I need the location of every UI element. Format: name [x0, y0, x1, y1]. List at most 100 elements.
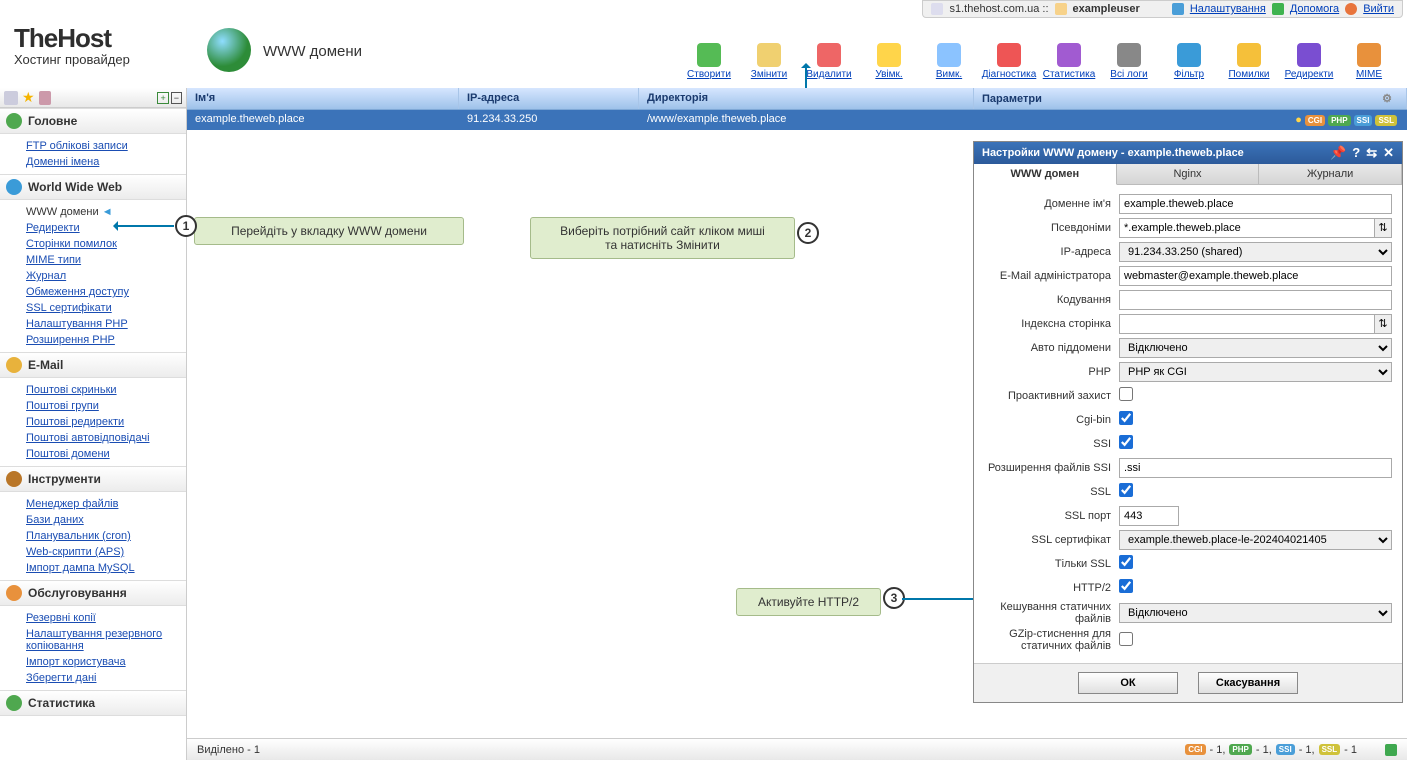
toolbar-filter[interactable]: Фільтр [1161, 28, 1217, 80]
proactive-checkbox[interactable] [1119, 387, 1133, 401]
ssi-checkbox[interactable] [1119, 435, 1133, 449]
sidebar-section[interactable]: Статистика [0, 690, 186, 716]
section-icon [6, 357, 22, 373]
tab-www[interactable]: WWW домен [974, 164, 1117, 185]
sidebar-item[interactable]: MIME типи [26, 252, 186, 268]
toolbar-delete[interactable]: Видалити [801, 28, 857, 80]
alias-add-button[interactable]: ⇅ [1374, 218, 1392, 238]
clipboard-icon[interactable] [39, 91, 51, 105]
user-icon [1055, 3, 1067, 15]
sidebar-section[interactable]: World Wide Web [0, 174, 186, 200]
toolbar-diag[interactable]: Діагностика [981, 28, 1037, 80]
ssl-port-input[interactable] [1119, 506, 1179, 526]
toolbar-enable[interactable]: Увімк. [861, 28, 917, 80]
enable-icon [877, 43, 901, 67]
expand-icon[interactable]: + [157, 92, 168, 104]
toolbar-create[interactable]: Створити [681, 28, 737, 80]
sidebar-item[interactable]: Доменні імена [26, 154, 186, 170]
only-ssl-checkbox[interactable] [1119, 555, 1133, 569]
toolbar-mime[interactable]: MIME [1341, 28, 1397, 80]
sidebar-item[interactable]: SSL сертифікати [26, 300, 186, 316]
toolbar-edit[interactable]: Змінити [741, 28, 797, 80]
sidebar-item[interactable]: Налаштування резервного копіювання [26, 626, 186, 654]
excel-icon[interactable] [1385, 744, 1397, 756]
col-name[interactable]: Ім'я [187, 88, 459, 109]
sidebar-item[interactable]: Імпорт дампа MySQL [26, 560, 186, 576]
sidebar-item[interactable]: Поштові автовідповідачі [26, 430, 186, 446]
help-icon [1272, 3, 1284, 15]
sidebar-item[interactable]: FTP облікові записи [26, 138, 186, 154]
tab-nginx[interactable]: Nginx [1117, 164, 1260, 184]
sidebar-item[interactable]: Редиректи [26, 220, 186, 236]
sidebar-item[interactable]: Поштові редиректи [26, 414, 186, 430]
sidebar-item[interactable]: Налаштування PHP [26, 316, 186, 332]
sidebar-item[interactable]: Сторінки помилок [26, 236, 186, 252]
settings-link[interactable]: Налаштування [1190, 3, 1266, 15]
tab-logs[interactable]: Журнали [1259, 164, 1402, 184]
sidebar-item[interactable]: Web-скрипти (APS) [26, 544, 186, 560]
panel-header[interactable]: Настройки WWW домену - example.theweb.pl… [974, 142, 1402, 164]
ok-button[interactable]: ОК [1078, 672, 1178, 694]
cgi-badge: CGI [1305, 115, 1325, 126]
table-row[interactable]: example.theweb.place 91.234.33.250 /www/… [187, 110, 1407, 130]
sidebar-item[interactable]: Поштові скриньки [26, 382, 186, 398]
sidebar-item[interactable]: Поштові групи [26, 398, 186, 414]
col-ip[interactable]: IP-адреса [459, 88, 639, 109]
sidebar-item[interactable]: Менеджер файлів [26, 496, 186, 512]
cell-dir: /www/example.theweb.place [639, 110, 974, 130]
sidebar-item[interactable]: WWW домени ◄ [26, 204, 186, 220]
col-dir[interactable]: Директорія [639, 88, 974, 109]
toolbar-errors[interactable]: Помилки [1221, 28, 1277, 80]
table-header: Ім'я IP-адреса Директорія Параметри⚙ [187, 88, 1407, 110]
mime-icon [1357, 43, 1381, 67]
sidebar-section[interactable]: Обслуговування [0, 580, 186, 606]
sidebar-item[interactable]: Резервні копії [26, 610, 186, 626]
ssl-checkbox[interactable] [1119, 483, 1133, 497]
domain-settings-panel: Настройки WWW домену - example.theweb.pl… [973, 141, 1403, 703]
toolbar-redir[interactable]: Редиректи [1281, 28, 1337, 80]
php-select[interactable]: PHP як CGI [1119, 362, 1392, 382]
gzip-checkbox[interactable] [1119, 632, 1133, 646]
sidebar-section[interactable]: E-Mail [0, 352, 186, 378]
logo: TheHost [14, 23, 111, 54]
help-link[interactable]: Допомога [1290, 3, 1339, 15]
help-icon[interactable]: ? [1352, 145, 1360, 161]
sidebar-item[interactable]: Бази даних [26, 512, 186, 528]
toolbar-logs[interactable]: Всі логи [1101, 28, 1157, 80]
exit-link[interactable]: Вийти [1363, 3, 1394, 15]
sidebar-item[interactable]: Обмеження доступу [26, 284, 186, 300]
ip-select[interactable]: 91.234.33.250 (shared) [1119, 242, 1392, 262]
sidebar-item[interactable]: Журнал [26, 268, 186, 284]
close-icon[interactable]: ✕ [1383, 145, 1394, 161]
sidebar-item[interactable]: Розширення PHP [26, 332, 186, 348]
gear-icon[interactable]: ⚙ [1382, 92, 1392, 105]
encoding-input[interactable] [1119, 290, 1392, 310]
toolbar-disable[interactable]: Вимк. [921, 28, 977, 80]
toolbar-stats[interactable]: Статистика [1041, 28, 1097, 80]
alias-input[interactable] [1119, 218, 1375, 238]
cgi-checkbox[interactable] [1119, 411, 1133, 425]
collapse-icon[interactable]: − [171, 92, 182, 104]
hint-2: Виберіть потрібний сайт кліком миші та н… [530, 217, 795, 259]
col-params[interactable]: Параметри⚙ [974, 88, 1407, 109]
sidebar-item[interactable]: Поштові домени [26, 446, 186, 462]
pin-icon[interactable]: 📌 [1330, 145, 1346, 161]
email-input[interactable] [1119, 266, 1392, 286]
sidebar-section[interactable]: Головне [0, 108, 186, 134]
sidebar-item[interactable]: Зберегти дані [26, 670, 186, 686]
cancel-button[interactable]: Скасування [1198, 672, 1298, 694]
collapse-icon[interactable]: ⇆ [1366, 145, 1377, 161]
sidebar-section[interactable]: Інструменти [0, 466, 186, 492]
sidebar-item[interactable]: Імпорт користувача [26, 654, 186, 670]
ssi-ext-input[interactable] [1119, 458, 1392, 478]
index-add-button[interactable]: ⇅ [1374, 314, 1392, 334]
cache-select[interactable]: Відключено [1119, 603, 1392, 623]
list-icon[interactable] [4, 91, 18, 105]
index-input[interactable] [1119, 314, 1375, 334]
ssl-cert-select[interactable]: example.theweb.place-le-202404021405 [1119, 530, 1392, 550]
domain-input[interactable] [1119, 194, 1392, 214]
star-icon[interactable]: ★ [22, 89, 35, 106]
sidebar-item[interactable]: Планувальник (cron) [26, 528, 186, 544]
autosub-select[interactable]: Відключено [1119, 338, 1392, 358]
http2-checkbox[interactable] [1119, 579, 1133, 593]
